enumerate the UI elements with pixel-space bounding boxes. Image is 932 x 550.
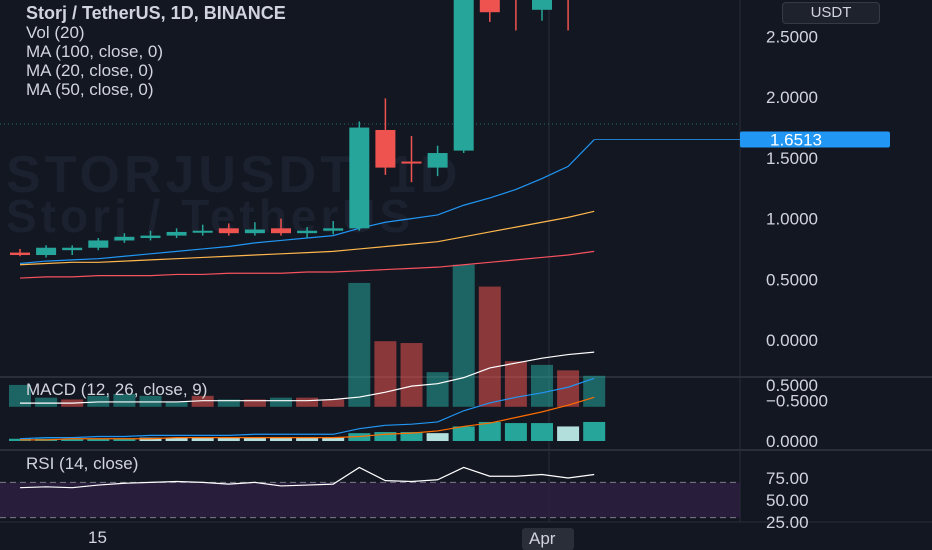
- volume-bar: [400, 343, 423, 407]
- price-tick-label: 2.0000: [766, 88, 818, 107]
- symbol-title[interactable]: Storj / TetherUS, 1D, BINANCE: [26, 4, 286, 23]
- candle-body: [375, 129, 396, 168]
- price-tick-label: 1.5000: [766, 149, 818, 168]
- rsi-tick-label: 50.00: [766, 491, 809, 510]
- candle-body: [192, 230, 213, 233]
- macd-histogram-bar: [452, 426, 475, 441]
- chart-legend: Storj / TetherUS, 1D, BINANCE Vol (20) M…: [26, 4, 286, 100]
- price-tick-label: 0.5000: [766, 270, 818, 289]
- volume-bar: [504, 361, 527, 407]
- candle-body: [349, 127, 370, 229]
- volume-bar: [452, 264, 475, 407]
- macd-tick-label: 0.0000: [766, 432, 818, 451]
- currency-button[interactable]: USDT: [782, 2, 880, 24]
- candle-body: [218, 228, 239, 234]
- price-tick-label: 1.0000: [766, 210, 818, 229]
- volume-bar: [322, 399, 345, 407]
- candle-body: [88, 240, 109, 248]
- candle-body: [271, 228, 291, 234]
- candle-body: [427, 153, 448, 168]
- candle-body: [453, 0, 474, 151]
- volume-bar: [374, 341, 397, 407]
- time-tick-apr: Apr: [529, 529, 556, 548]
- rsi-title[interactable]: RSI (14, close): [26, 454, 138, 474]
- candle-body: [10, 252, 30, 256]
- macd-tick-label: 0.5000: [766, 376, 818, 395]
- macd-histogram-bar: [426, 433, 449, 441]
- candle-body: [244, 229, 265, 234]
- candle-body: [401, 161, 422, 164]
- indicator-ma100[interactable]: MA (100, close, 0): [26, 42, 286, 61]
- candle-body: [166, 231, 187, 236]
- time-tick-15: 15: [88, 528, 107, 547]
- indicator-ma20[interactable]: MA (20, close, 0): [26, 61, 286, 80]
- candle-body: [297, 230, 318, 234]
- macd-histogram-bar: [504, 423, 527, 441]
- candle-body: [140, 235, 161, 239]
- volume-bar: [296, 397, 319, 407]
- candle-body: [114, 236, 135, 241]
- volume-bar: [531, 364, 553, 407]
- macd-title[interactable]: MACD (12, 26, close, 9): [26, 380, 207, 400]
- macd-histogram-bar: [583, 421, 606, 441]
- volume-bar: [270, 397, 292, 407]
- rsi-tick-label: 25.00: [766, 513, 809, 532]
- ma-line: [19, 250, 595, 279]
- candle-body: [532, 0, 552, 10]
- candle-body: [62, 247, 83, 251]
- candle-body: [36, 247, 57, 256]
- indicator-ma50[interactable]: MA (50, close, 0): [26, 80, 286, 99]
- macd-histogram-bar: [531, 423, 553, 441]
- volume-bar: [478, 286, 501, 407]
- price-tick-label: 0.0000: [766, 331, 818, 350]
- macd-histogram-bar: [557, 426, 580, 441]
- price-tick-label: 2.5000: [766, 28, 818, 47]
- macd-histogram-bar: [478, 421, 501, 441]
- candle-body: [479, 0, 500, 13]
- indicator-vol[interactable]: Vol (20): [26, 23, 286, 42]
- volume-bar: [426, 372, 449, 407]
- rsi-band-fill: [0, 482, 740, 518]
- rsi-tick-label: 75.00: [766, 469, 809, 488]
- volume-bar: [348, 282, 371, 407]
- price-label-value: 1.6513: [770, 131, 822, 150]
- candle-body: [323, 228, 344, 231]
